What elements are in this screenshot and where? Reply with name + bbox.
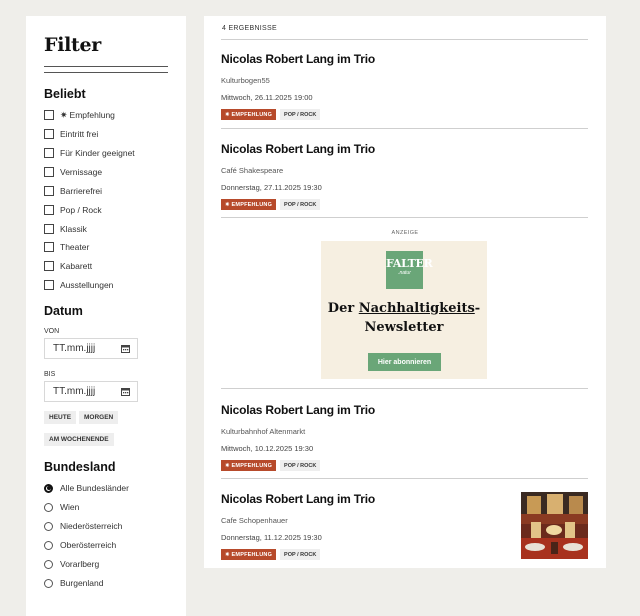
bundesland-heading: Bundesland xyxy=(44,460,116,474)
divider xyxy=(221,478,588,479)
filter-sidebar: Filter Beliebt ✷ Empfehlung Eintritt fre… xyxy=(26,16,186,616)
event-venue: Kulturbogen55 xyxy=(221,76,270,85)
radio-burgenland[interactable]: Burgenland xyxy=(44,576,103,590)
checkbox[interactable] xyxy=(44,224,54,234)
radio[interactable] xyxy=(44,502,53,512)
beliebt-heading: Beliebt xyxy=(44,87,86,101)
date-to-placeholder: TT.mm.jjjj xyxy=(53,386,96,397)
radio[interactable] xyxy=(44,559,53,569)
checkbox[interactable] xyxy=(44,261,54,271)
radio[interactable] xyxy=(44,578,53,588)
tag-genre: POP / ROCK xyxy=(280,109,321,120)
datum-heading: Datum xyxy=(44,304,83,318)
tag-empfehlung: ✷ EMPFEHLUNG xyxy=(221,199,277,210)
radio[interactable] xyxy=(44,483,53,493)
event-title[interactable]: Nicolas Robert Lang im Trio xyxy=(221,52,588,66)
tag-empfehlung: ✷ EMPFEHLUNG xyxy=(221,460,277,471)
chip-morgen[interactable]: MORGEN xyxy=(79,411,119,424)
ad-label: ANZEIGE xyxy=(391,230,419,236)
checkbox-vernissage[interactable]: Vernissage xyxy=(44,165,102,179)
title-divider-1 xyxy=(44,66,168,67)
date-from-input[interactable]: TT.mm.jjjj xyxy=(44,338,138,359)
event-thumbnail[interactable] xyxy=(521,492,588,559)
checkbox-kabarett[interactable]: Kabarett xyxy=(44,259,92,273)
divider xyxy=(221,39,588,40)
date-from-placeholder: TT.mm.jjjj xyxy=(53,343,96,354)
results-count: 4 ERGEBNISSE xyxy=(222,25,277,32)
divider xyxy=(221,388,588,389)
radio[interactable] xyxy=(44,521,53,531)
radio-vorarlberg[interactable]: Vorarlberg xyxy=(44,557,99,571)
event-venue: Café Shakespeare xyxy=(221,166,284,175)
event-title[interactable]: Nicolas Robert Lang im Trio xyxy=(221,142,588,156)
title-divider-2 xyxy=(44,72,168,73)
checkbox-fuer-kinder[interactable]: Für Kinder geeignet xyxy=(44,146,135,160)
event-date: Mittwoch, 26.11.2025 19:00 xyxy=(221,93,313,102)
checkbox[interactable] xyxy=(44,280,54,290)
checkbox-klassik[interactable]: Klassik xyxy=(44,222,87,236)
checkbox-theater[interactable]: Theater xyxy=(44,240,89,254)
event-card[interactable]: Nicolas Robert Lang im Trio Kulturbahnho… xyxy=(221,403,588,471)
radio-niederoesterreich[interactable]: Niederösterreich xyxy=(44,519,122,533)
radio[interactable] xyxy=(44,540,53,550)
checkbox[interactable] xyxy=(44,148,54,158)
filter-title: Filter xyxy=(44,34,101,56)
tag-empfehlung: ✷ EMPFEHLUNG xyxy=(221,549,277,560)
checkbox-empfehlung[interactable]: ✷ Empfehlung xyxy=(44,108,115,122)
checkbox-ausstellungen[interactable]: Ausstellungen xyxy=(44,278,113,292)
divider xyxy=(221,128,588,129)
radio-alle-bundeslaender[interactable]: Alle Bundesländer xyxy=(44,481,129,495)
checkbox-pop-rock[interactable]: Pop / Rock xyxy=(44,203,102,217)
checkbox[interactable] xyxy=(44,129,54,139)
event-date: Donnerstag, 27.11.2025 19:30 xyxy=(221,183,322,192)
event-title[interactable]: Nicolas Robert Lang im Trio xyxy=(221,403,588,417)
event-date: Mittwoch, 10.12.2025 19:30 xyxy=(221,444,314,453)
newsletter-ad[interactable]: FALTER .natur Der Nachhaltigkeits- Newsle… xyxy=(321,241,487,379)
event-card[interactable]: Nicolas Robert Lang im Trio Kulturbogen5… xyxy=(221,52,588,120)
checkbox-barrierefrei[interactable]: Barrierefrei xyxy=(44,184,102,198)
checkbox[interactable] xyxy=(44,242,54,252)
tag-genre: POP / ROCK xyxy=(280,199,321,210)
tag-genre: POP / ROCK xyxy=(280,460,321,471)
chip-heute[interactable]: HEUTE xyxy=(44,411,77,424)
radio-oberoesterreich[interactable]: Oberösterreich xyxy=(44,538,116,552)
chip-am-wochenende[interactable]: AM WOCHENENDE xyxy=(44,433,114,446)
calendar-icon[interactable] xyxy=(121,344,130,353)
calendar-icon[interactable] xyxy=(121,387,130,396)
event-card[interactable]: Nicolas Robert Lang im Trio Café Shakesp… xyxy=(221,142,588,210)
star-icon: ✷ xyxy=(60,109,68,120)
tag-empfehlung: ✷ EMPFEHLUNG xyxy=(221,109,277,120)
checkbox[interactable] xyxy=(44,110,54,120)
event-card[interactable]: Nicolas Robert Lang im Trio Cafe Schopen… xyxy=(221,492,588,560)
checkbox[interactable] xyxy=(44,186,54,196)
date-to-input[interactable]: TT.mm.jjjj xyxy=(44,381,138,402)
radio-wien[interactable]: Wien xyxy=(44,500,79,514)
divider xyxy=(221,217,588,218)
falter-natur-logo: FALTER .natur xyxy=(386,251,433,289)
tag-genre: POP / ROCK xyxy=(280,549,321,560)
event-venue: Kulturbahnhof Altenmarkt xyxy=(221,427,306,436)
subscribe-button[interactable]: Hier abonnieren xyxy=(368,353,441,371)
checkbox[interactable] xyxy=(44,205,54,215)
checkbox[interactable] xyxy=(44,167,54,177)
results-panel: 4 ERGEBNISSE Nicolas Robert Lang im Trio… xyxy=(204,16,606,568)
von-label: VON xyxy=(44,328,60,335)
bis-label: BIS xyxy=(44,371,56,378)
ad-headline: Der Nachhaltigkeits- Newsletter xyxy=(327,301,481,335)
checkbox-eintritt-frei[interactable]: Eintritt frei xyxy=(44,127,98,141)
